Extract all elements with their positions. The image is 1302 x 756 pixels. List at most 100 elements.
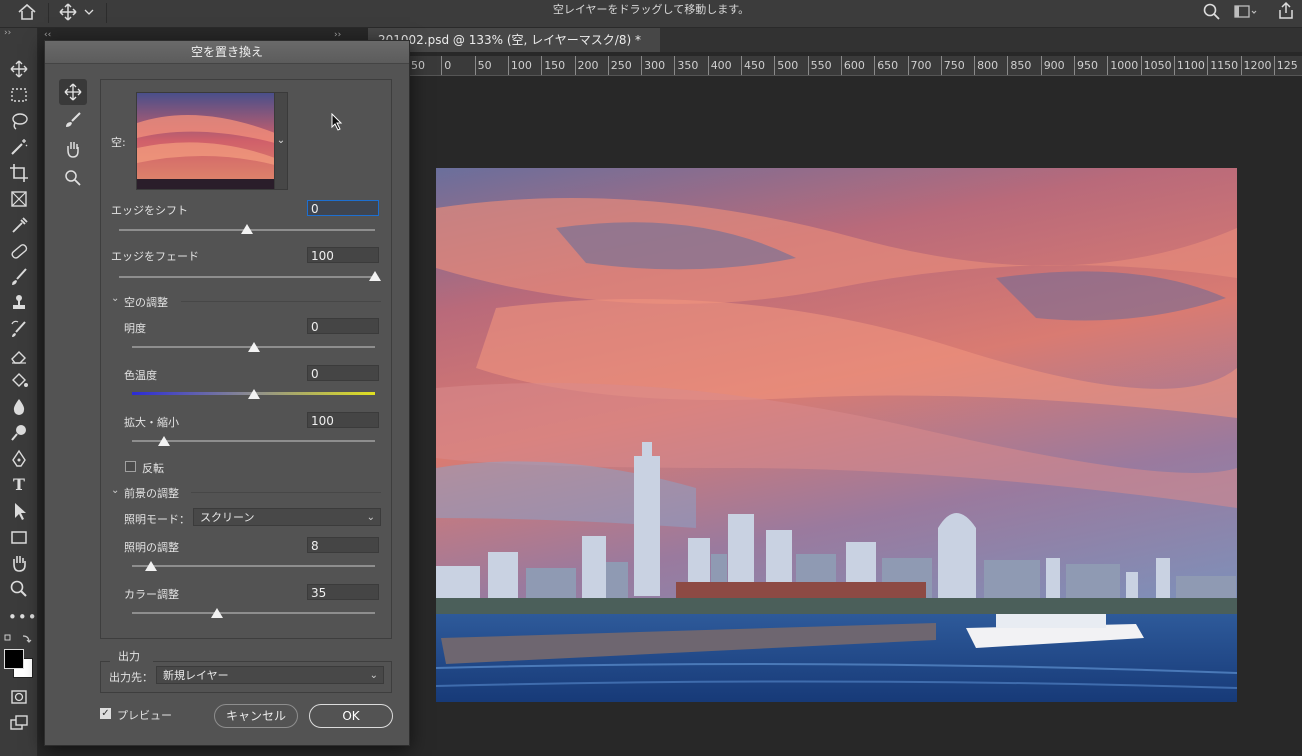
edge-shift-label: エッジをシフト [111,204,188,217]
foreground-adjust-header[interactable]: 前景の調整 [124,485,179,501]
canvas-image[interactable] [436,168,1237,702]
edge-shift-input[interactable]: 0 [307,200,379,216]
divider [153,661,392,662]
path-selection-tool-icon[interactable] [8,500,30,522]
crop-tool-icon[interactable] [8,162,30,184]
color-adjust-slider-track[interactable] [132,612,375,614]
history-brush-tool-icon[interactable] [8,318,30,340]
frame-tool-icon[interactable] [8,188,30,210]
foreground-adjust-chevron-icon[interactable]: ⌄ [111,485,119,496]
magic-wand-tool-icon[interactable] [8,136,30,158]
temperature-label: 色温度 [124,369,157,382]
edge-fade-slider-thumb[interactable] [369,271,381,281]
mouse-cursor-icon [331,112,343,131]
zoom-tool-icon[interactable] [59,165,87,191]
blur-tool-icon[interactable] [8,396,30,418]
ruler-tick-label: 1000 [1107,56,1138,75]
swap-colors-icon[interactable] [3,632,33,644]
search-icon[interactable] [1202,2,1222,22]
ruler-tick-label: 800 [974,56,998,75]
sky-adjust-chevron-icon[interactable]: ⌄ [111,293,119,304]
eyedropper-tool-icon[interactable] [8,214,30,236]
ruler-tick-label: 150 [541,56,565,75]
brush-tool-icon[interactable] [8,266,30,288]
flip-checkbox[interactable] [125,461,136,472]
ruler-tick-label: 650 [874,56,898,75]
ruler-tick-label: 100 [507,56,532,75]
settings-panel: 空: ⌄ エッジをシフト 0 エッジをフェード 100 ⌄ 空の調整 明度 0 … [100,79,392,639]
output-select[interactable]: 新規レイヤー ⌄ [156,666,384,684]
dialog-tools [59,79,89,199]
healing-brush-tool-icon[interactable] [8,240,30,262]
move-tool-icon[interactable] [8,58,30,80]
type-tool-icon[interactable]: T [8,474,30,496]
eraser-tool-icon[interactable] [8,344,30,366]
edge-shift-slider-thumb[interactable] [241,224,253,234]
hand-tool-icon[interactable] [59,136,87,162]
sky-preset-dropdown-chevron-icon[interactable]: ⌄ [274,92,288,190]
lighting-adjust-slider-thumb[interactable] [145,561,158,571]
panel-collapse-chevrons-icon[interactable]: ›› [334,30,341,40]
sky-brush-tool-icon[interactable] [59,107,87,133]
ruler-tick-label: 1050 [1140,56,1172,75]
edge-fade-label: エッジをフェード [111,250,199,263]
sky-label: 空: [111,136,126,149]
document-tab-title: 201002.psd @ 133% (空, レイヤーマスク/8) * [378,33,641,47]
clone-stamp-tool-icon[interactable] [8,292,30,314]
output-label: 出力先： [109,671,153,684]
chevron-down-icon: ⌄ [369,670,378,681]
ruler-tick-label: 500 [774,56,798,75]
scale-label: 拡大・縮小 [124,416,179,429]
color-adjust-slider-thumb[interactable] [211,608,224,618]
color-adjust-label: カラー調整 [124,588,179,601]
lasso-tool-icon[interactable] [8,110,30,132]
sky-adjust-header[interactable]: 空の調整 [124,294,168,310]
lighting-adjust-slider-track[interactable] [132,565,375,567]
ruler-tick-label: 850 [1007,56,1031,75]
ruler-tick-label: 900 [1040,56,1065,75]
pen-tool-icon[interactable] [8,448,30,470]
paint-bucket-tool-icon[interactable] [8,370,30,392]
edge-fade-input[interactable]: 100 [307,247,379,263]
divider [181,301,381,302]
share-icon[interactable] [1276,1,1296,21]
edge-fade-slider-track[interactable] [119,276,375,278]
chevron-down-icon: ⌄ [366,512,375,523]
scale-slider-thumb[interactable] [157,436,170,446]
cancel-button[interactable]: キャンセル [214,704,298,728]
rectangle-tool-icon[interactable] [8,526,30,548]
ruler-tick-label: 50 [408,56,425,75]
collapse-chevrons-icon[interactable]: ›› [4,28,32,38]
divider [100,661,110,662]
more-tools-icon[interactable]: ••• [8,606,37,628]
lighting-mode-select[interactable]: スクリーン ⌄ [193,508,381,526]
ok-button[interactable]: OK [309,704,393,728]
scale-input[interactable]: 100 [307,412,379,428]
lighting-mode-value: スクリーン [200,511,255,524]
sky-preset-thumbnail[interactable] [136,92,276,190]
quick-mask-icon[interactable] [8,686,30,708]
temperature-slider-thumb[interactable] [247,389,260,399]
sky-move-tool-icon[interactable] [59,79,87,105]
preview-checkbox[interactable]: ✓ [100,708,111,719]
ruler-tick-label: 0 [441,56,451,75]
brightness-slider-thumb[interactable] [247,342,260,352]
output-value: 新規レイヤー [163,669,229,682]
temperature-input[interactable]: 0 [307,365,379,381]
screen-mode-icon[interactable] [8,712,30,734]
document-tab[interactable]: 201002.psd @ 133% (空, レイヤーマスク/8) * [368,28,660,52]
horizontal-ruler: 50 0 50 100 150 200 250 300 350 400 450 500 550 600 65… [408,56,1302,76]
brightness-input[interactable]: 0 [307,318,379,334]
hand-tool-icon[interactable] [8,552,30,574]
lighting-adjust-input[interactable]: 8 [307,537,379,553]
marquee-tool-icon[interactable] [8,84,30,106]
ruler-tick-label: 350 [674,56,698,75]
panel-expand-chevrons-icon[interactable]: ‹‹ [44,30,51,40]
status-message: 空レイヤーをドラッグして移動します。 [552,3,750,16]
zoom-tool-icon[interactable] [8,578,30,600]
foreground-color-swatch[interactable] [4,649,24,669]
workspace-icon[interactable] [1233,2,1259,22]
ruler-tick-label: 250 [607,56,632,75]
color-adjust-input[interactable]: 35 [307,584,379,600]
dodge-tool-icon[interactable] [8,422,30,444]
